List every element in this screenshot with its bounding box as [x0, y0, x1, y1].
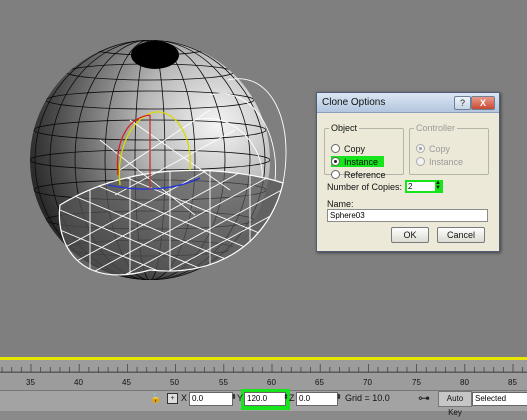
- tick-label: 50: [170, 378, 179, 387]
- controller-copy-label: Copy: [429, 143, 451, 154]
- z-spinner-icon[interactable]: ⬍: [336, 393, 342, 401]
- controller-instance-radio: Instance: [416, 156, 463, 167]
- dialog-title: Clone Options: [322, 97, 386, 108]
- tick-label: 65: [315, 378, 324, 387]
- tick-label: 60: [267, 378, 276, 387]
- x-coordinate-input[interactable]: [189, 392, 233, 406]
- name-label: Name:: [327, 199, 354, 209]
- controller-instance-label: Instance: [429, 156, 464, 167]
- radio-dot-icon: [416, 157, 425, 166]
- dialog-body: Object Copy Instance Reference Controlle…: [317, 113, 499, 251]
- x-label: X: [181, 393, 188, 403]
- close-button[interactable]: X: [471, 96, 495, 110]
- lock-icon[interactable]: 🔒: [150, 393, 161, 404]
- tick-label: 70: [363, 378, 372, 387]
- tick-label: 35: [26, 378, 35, 387]
- object-copy-label: Copy: [344, 143, 366, 154]
- sphere-pole-hole: [131, 41, 179, 69]
- tick-label: 85: [508, 378, 517, 387]
- tick-label: 45: [122, 378, 131, 387]
- name-input[interactable]: [327, 209, 488, 222]
- number-of-copies-spinner[interactable]: ▲▼: [405, 180, 443, 193]
- auto-key-button[interactable]: Auto Key: [438, 391, 472, 417]
- grid-size-label: Grid = 10.0: [345, 393, 390, 403]
- object-legend: Object: [331, 123, 358, 133]
- help-button[interactable]: ?: [454, 96, 471, 110]
- radio-dot-selected-icon: [416, 144, 425, 153]
- ok-button[interactable]: OK: [391, 227, 429, 243]
- y-coordinate-input[interactable]: [244, 392, 286, 406]
- x-spinner-icon[interactable]: ⬍: [231, 393, 237, 401]
- object-copy-radio[interactable]: Copy: [331, 143, 365, 154]
- spinner-arrows-icon[interactable]: ▲ ▼: [435, 180, 441, 192]
- radio-dot-selected-icon: [331, 157, 340, 166]
- tick-label: 80: [460, 378, 469, 387]
- controller-group: Controller Copy Instance: [409, 123, 489, 175]
- controller-legend: Controller: [416, 123, 456, 133]
- tick-label: 75: [412, 378, 421, 387]
- cancel-button[interactable]: Cancel: [437, 227, 485, 243]
- tick-label: 40: [74, 378, 83, 387]
- y-spinner-icon[interactable]: ⬍: [283, 393, 289, 401]
- object-group: Object Copy Instance Reference: [324, 123, 404, 180]
- clone-options-dialog: Clone Options ? X Object Copy Instance R…: [316, 92, 500, 252]
- z-coordinate-input[interactable]: [296, 392, 338, 406]
- y-label: Y: [237, 393, 244, 403]
- object-reference-label: Reference: [344, 169, 386, 180]
- object-reference-radio[interactable]: Reference: [331, 169, 386, 180]
- radio-dot-icon: [331, 170, 340, 179]
- tick-label: 55: [219, 378, 228, 387]
- object-instance-label: Instance: [344, 156, 379, 167]
- selected-dropdown[interactable]: Selected: [472, 392, 527, 406]
- dialog-titlebar[interactable]: Clone Options ? X: [317, 93, 499, 113]
- key-icon[interactable]: ⊶: [418, 391, 430, 405]
- controller-copy-radio: Copy: [416, 143, 450, 154]
- number-of-copies-input[interactable]: [407, 182, 435, 191]
- absolute-mode-icon[interactable]: +: [167, 393, 178, 404]
- z-label: Z: [289, 393, 295, 403]
- number-of-copies-label: Number of Copies:: [327, 182, 403, 192]
- object-instance-radio[interactable]: Instance: [331, 156, 385, 167]
- radio-dot-icon: [331, 144, 340, 153]
